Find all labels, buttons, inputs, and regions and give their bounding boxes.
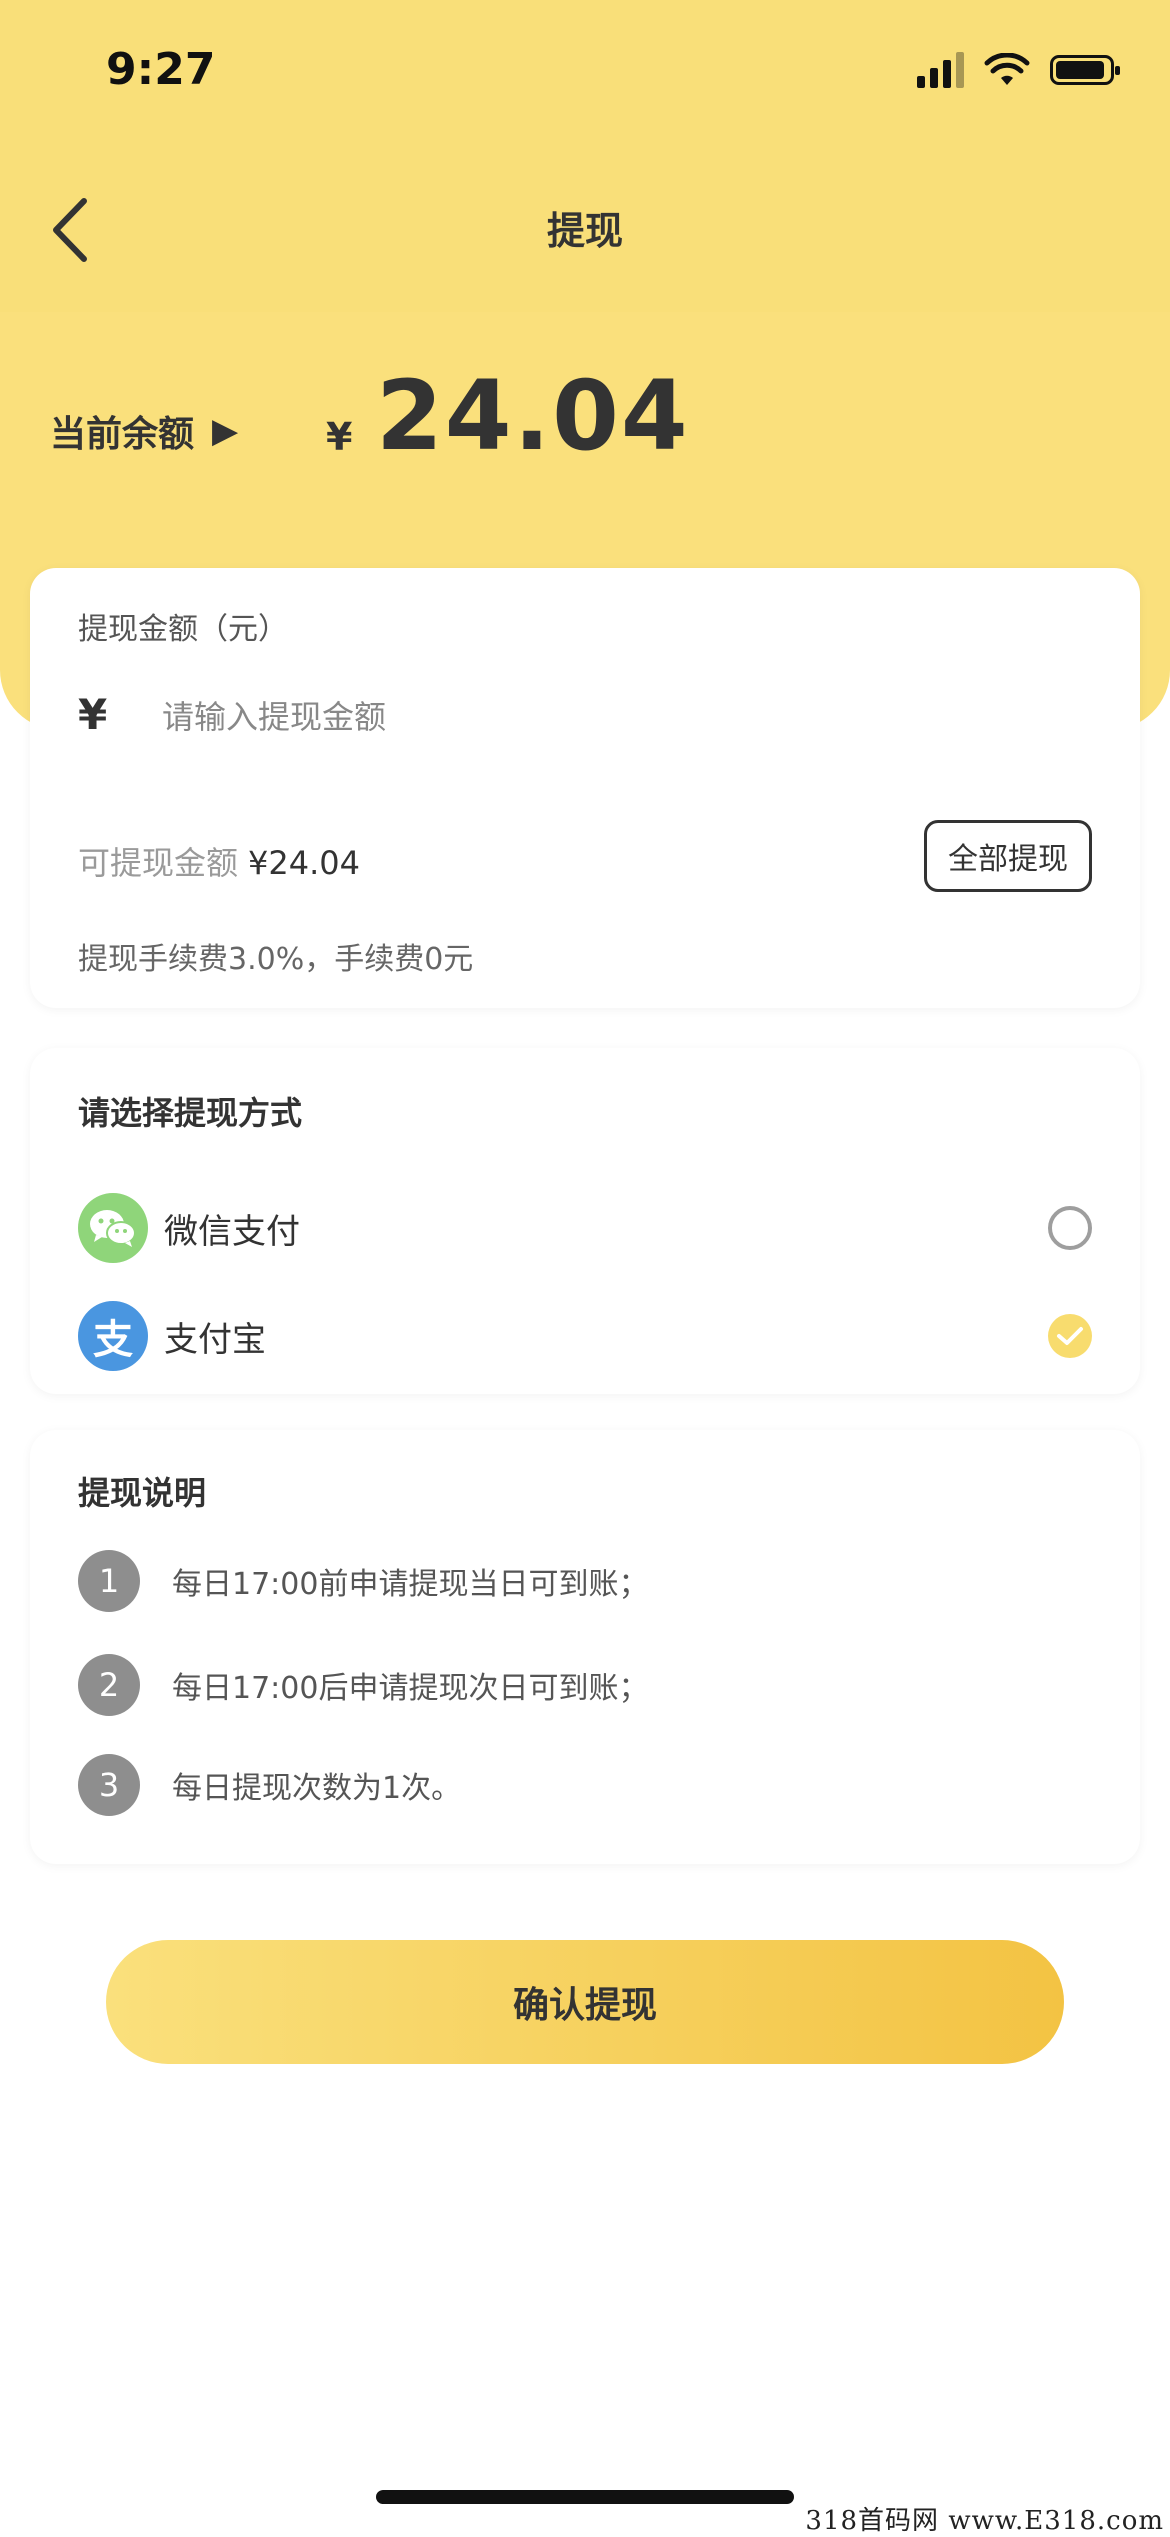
- confirm-withdraw-button[interactable]: 确认提现: [106, 1940, 1064, 2064]
- method-option-alipay[interactable]: 支 支付宝: [78, 1300, 1092, 1372]
- balance-currency: ¥: [326, 415, 353, 459]
- method-label-alipay: 支付宝: [164, 1319, 266, 1360]
- note-text: 每日提现次数为1次。: [172, 1771, 462, 1806]
- status-icons: [917, 52, 1120, 88]
- watermark: 318首码网 www.E318.com: [805, 2506, 1164, 2536]
- available-amount: 可提现金额 ¥24.04: [78, 838, 360, 884]
- amount-currency: ¥: [78, 690, 108, 739]
- note-item: 2 每日17:00后申请提现次日可到账；: [78, 1654, 648, 1716]
- amount-label: 提现金额（元）: [78, 612, 288, 647]
- note-item: 1 每日17:00前申请提现当日可到账；: [78, 1550, 648, 1612]
- status-time: 9:27: [106, 44, 216, 95]
- note-text: 每日17:00前申请提现当日可到账；: [172, 1567, 649, 1602]
- withdraw-amount-card: 提现金额（元） ¥ 可提现金额¥24.04 全部提现 提现手续费3.0%，手续费…: [30, 568, 1140, 1008]
- wifi-icon: [984, 53, 1030, 85]
- radio-unchecked-icon[interactable]: [1048, 1206, 1092, 1250]
- play-arrow-icon: ▶: [212, 411, 239, 451]
- method-title: 请选择提现方式: [78, 1094, 303, 1132]
- alipay-icon: 支: [78, 1301, 148, 1371]
- notes-title: 提现说明: [78, 1474, 207, 1512]
- withdraw-all-button[interactable]: 全部提现: [924, 820, 1092, 892]
- note-number-badge: 1: [78, 1550, 140, 1612]
- available-value: ¥24.04: [248, 844, 360, 882]
- payment-method-card: 请选择提现方式 微信支付 支 支付宝: [30, 1048, 1140, 1394]
- method-option-wechat[interactable]: 微信支付: [78, 1192, 1092, 1264]
- withdraw-amount-input[interactable]: [160, 686, 864, 748]
- note-number-badge: 2: [78, 1654, 140, 1716]
- cellular-signal-icon: [917, 52, 964, 88]
- note-text: 每日17:00后申请提现次日可到账；: [172, 1671, 649, 1706]
- wechat-icon: [78, 1193, 148, 1263]
- balance-amount: 24.04: [376, 360, 690, 472]
- withdraw-notes-card: 提现说明 1 每日17:00前申请提现当日可到账； 2 每日17:00后申请提现…: [30, 1430, 1140, 1864]
- home-indicator[interactable]: [376, 2490, 794, 2504]
- balance-label: 当前余额: [50, 414, 195, 455]
- method-label-wechat: 微信支付: [164, 1211, 300, 1252]
- note-item: 3 每日提现次数为1次。: [78, 1754, 461, 1816]
- note-number-badge: 3: [78, 1754, 140, 1816]
- radio-checked-icon[interactable]: [1048, 1314, 1092, 1358]
- balance-label-group: 当前余额 ▶: [50, 405, 238, 457]
- battery-icon: [1050, 55, 1120, 85]
- available-label: 可提现金额: [78, 844, 239, 882]
- page-title: 提现: [546, 209, 623, 253]
- fee-text: 提现手续费3.0%，手续费0元: [78, 942, 474, 977]
